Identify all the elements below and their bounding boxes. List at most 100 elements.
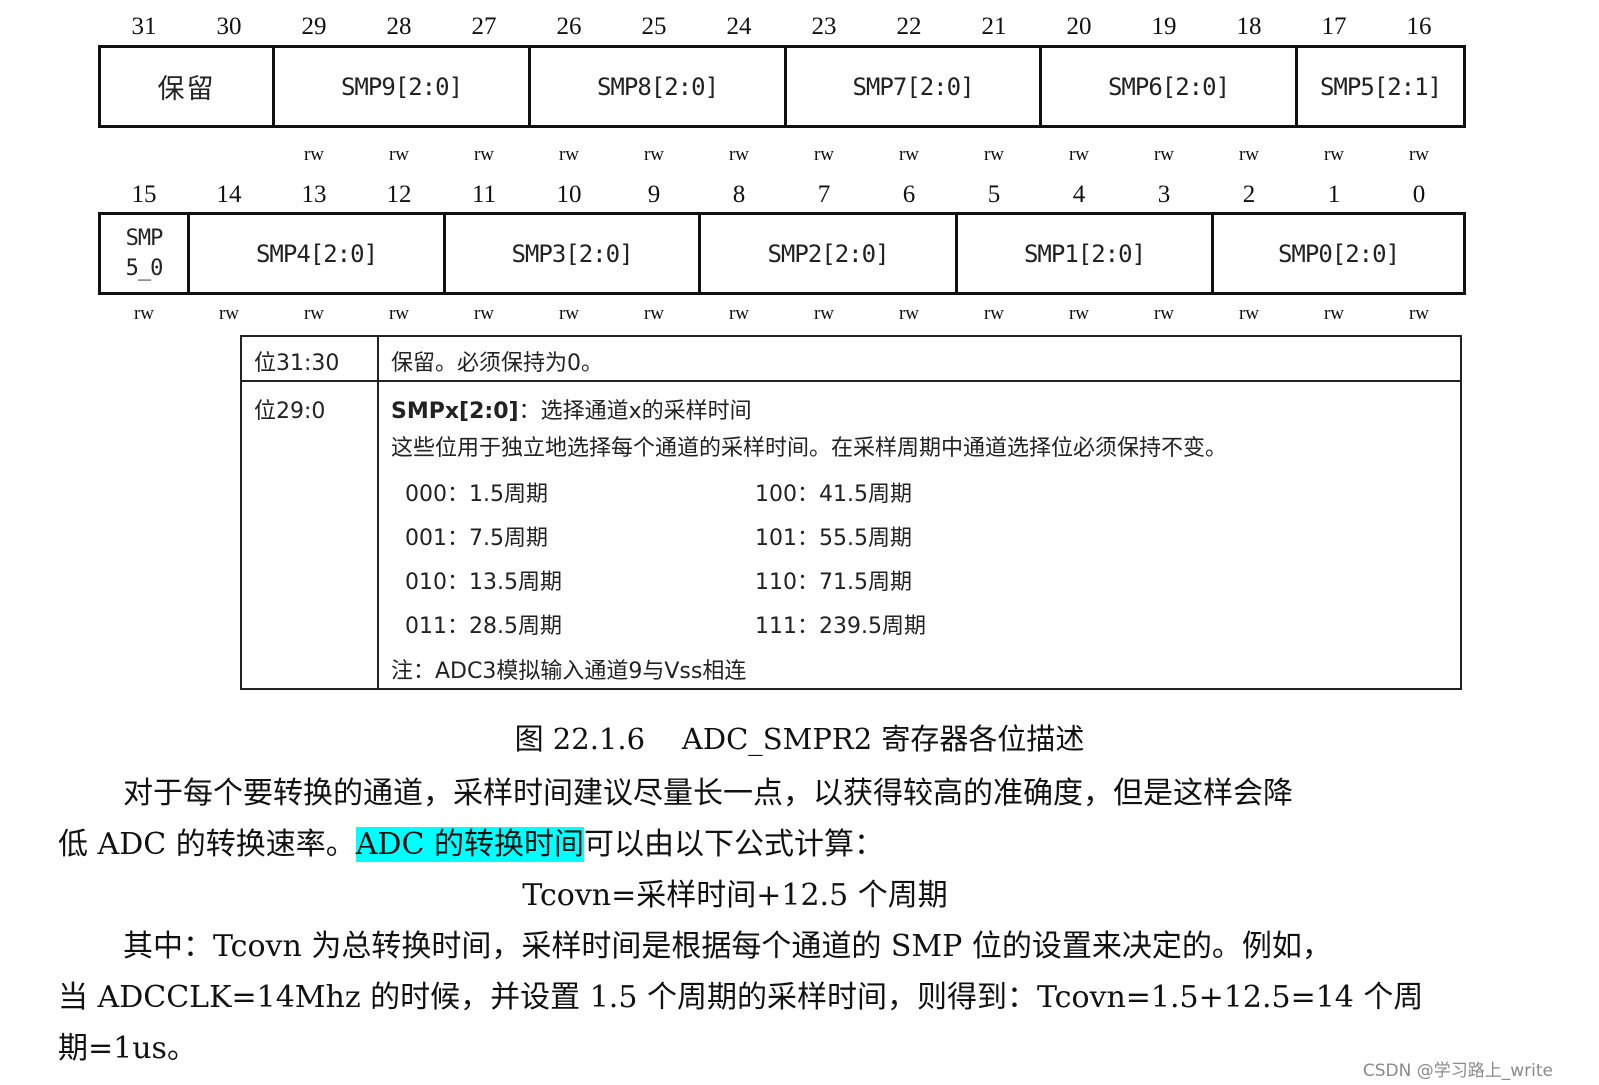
formula: Tcovn=采样时间+12.5 个周期 [522,878,948,913]
bit-number: 18 [1236,13,1262,40]
bit-number: 12 [386,181,412,208]
note-text: 注：ADC3模拟输入通道9与Vss相连 [391,659,747,684]
bit-number: 26 [556,13,582,40]
option-code: 000 [405,482,447,507]
bit-number: 15 [131,181,157,208]
access-label: rw [133,303,155,324]
option-item: 011：28.5周期 [405,614,563,639]
access-label: rw [728,144,750,165]
upper-bit-numbers: 31 30 29 28 27 26 25 24 23 22 21 20 19 1… [0,12,1599,42]
field-name: SMPx[2:0] [391,399,519,424]
watermark: CSDN @学习路上_write [1362,1061,1553,1081]
lower-bit-numbers: 15 14 13 12 11 10 9 8 7 6 5 4 3 2 1 0 [0,180,1599,210]
access-label: rw [983,303,1005,324]
bit-number: 0 [1412,181,1426,208]
register-field-smp9: SMP9[2:0] [272,48,528,125]
register-field-smp3: SMP3[2:0] [443,215,698,292]
bit-number: 23 [811,13,837,40]
row-bits-label: 位29:0 [254,399,326,424]
paragraph-line: 期=1us。 [58,1031,197,1066]
field-label-line: 5_0 [125,255,164,281]
access-label: rw [1068,303,1090,324]
register-field-smp5-low: SMP 5_0 [101,215,187,292]
access-label: rw [303,144,325,165]
access-label: rw [643,144,665,165]
paragraph-text: 低 ADC 的转换速率。 [58,827,356,862]
register-field-smp8: SMP8[2:0] [528,48,784,125]
bit-number: 1 [1327,181,1341,208]
paragraph-line: 低 ADC 的转换速率。ADC 的转换时间可以由以下公式计算： [58,819,884,863]
row-description: 这些位用于独立地选择每个通道的采样时间。在采样周期中通道选择位必须保持不变。 [391,436,1228,461]
access-label: rw [728,303,750,324]
paragraph-line: 其中：Tcovn 为总转换时间，采样时间是根据每个通道的 SMP 位的设置来决定… [123,929,1332,964]
access-label: rw [388,144,410,165]
option-value: 71.5周期 [819,570,913,595]
bit-number: 19 [1151,13,1177,40]
option-item: 010：13.5周期 [405,570,563,595]
access-label: rw [813,144,835,165]
option-item: 110：71.5周期 [755,570,913,595]
bit-number: 11 [471,181,497,208]
access-label: rw [643,303,665,324]
bit-number: 4 [1072,181,1086,208]
option-item: 000：1.5周期 [405,482,549,507]
option-code: 100 [755,482,797,507]
access-label: rw [1323,303,1345,324]
option-code: 001 [405,526,447,551]
access-label: rw [1238,144,1260,165]
option-item: 001：7.5周期 [405,526,549,551]
bit-number: 14 [216,181,242,208]
highlighted-text: ADC 的转换时间 [355,827,584,862]
register-field-smp0: SMP0[2:0] [1211,215,1463,292]
bit-number: 6 [902,181,916,208]
bit-number: 24 [726,13,752,40]
access-label: rw [1238,303,1260,324]
register-field-smp1: SMP1[2:0] [955,215,1211,292]
access-label: rw [983,144,1005,165]
paragraph-line: 当 ADCCLK=14Mhz 的时候，并设置 1.5 个周期的采样时间，则得到：… [58,980,1424,1015]
register-field-smp7: SMP7[2:0] [784,48,1039,125]
option-item: 101：55.5周期 [755,526,913,551]
access-label: rw [1068,144,1090,165]
register-upper-half: 保留 SMP9[2:0] SMP8[2:0] SMP7[2:0] SMP6[2:… [98,45,1466,128]
bit-number: 22 [896,13,922,40]
bit-number: 7 [817,181,831,208]
bit-number: 17 [1321,13,1347,40]
paragraph-line: 对于每个要转换的通道，采样时间建议尽量长一点，以获得较高的准确度，但是这样会降 [123,776,1293,811]
register-field-smp6: SMP6[2:0] [1039,48,1295,125]
row-bits-label: 位31:30 [254,351,340,376]
bit-number: 31 [131,13,157,40]
access-label: rw [898,144,920,165]
bit-number: 16 [1406,13,1432,40]
bit-number: 3 [1157,181,1171,208]
access-label: rw [388,303,410,324]
bit-number: 2 [1242,181,1256,208]
bit-number: 25 [641,13,667,40]
field-label-line: SMP [125,225,164,251]
access-label: rw [558,303,580,324]
option-value: 7.5周期 [469,526,549,551]
bit-number: 30 [216,13,242,40]
bit-description-table: 位31:30 保留。必须保持为0。 位29:0 SMPx[2:0]：选择通道x的… [240,335,1462,690]
bit-number: 8 [732,181,746,208]
option-code: 111 [755,614,797,639]
bit-number: 28 [386,13,412,40]
bit-number: 29 [301,13,327,40]
table-divider [242,380,1460,382]
figure-caption: 图 22.1.6 ADC_SMPR2 寄存器各位描述 [514,722,1085,756]
row-title: SMPx[2:0]：选择通道x的采样时间 [391,393,752,425]
option-value: 1.5周期 [469,482,549,507]
bit-number: 5 [987,181,1001,208]
access-label: rw [473,144,495,165]
option-code: 010 [405,570,447,595]
option-value: 28.5周期 [469,614,563,639]
access-label: rw [218,303,240,324]
register-field-smp2: SMP2[2:0] [698,215,955,292]
register-field-smp4: SMP4[2:0] [187,215,443,292]
option-value: 41.5周期 [819,482,913,507]
option-value: 239.5周期 [819,614,926,639]
access-label: rw [898,303,920,324]
access-label: rw [1408,303,1430,324]
row-description: 保留。必须保持为0。 [391,351,603,376]
bit-number: 27 [471,13,497,40]
